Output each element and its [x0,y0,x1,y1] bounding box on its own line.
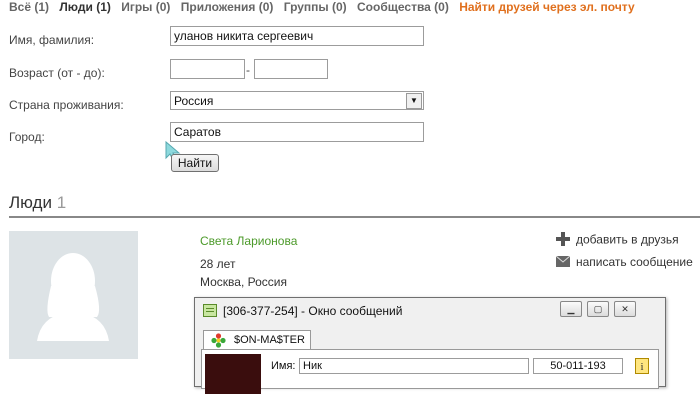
divider [9,216,700,218]
send-message-button[interactable]: написать сообщение [555,255,693,270]
find-button[interactable]: Найти [171,154,219,172]
add-friend-label: добавить в друзья [576,232,679,247]
age-to-input[interactable] [254,59,328,79]
country-value: Россия [174,94,214,108]
tab-communities[interactable]: Сообщества (0) [357,0,449,14]
tab-apps[interactable]: Приложения (0) [181,0,274,14]
close-button[interactable]: ✕ [614,301,636,317]
name-input[interactable]: уланов никита сергеевич [170,26,424,46]
info-icon[interactable]: i [635,358,649,377]
plus-icon [556,232,570,249]
age-label: Возраст (от - до): [9,66,105,80]
person-silhouette-icon [37,253,109,341]
city-label: Город: [9,130,45,144]
tab-all[interactable]: Всё (1) [9,0,49,14]
results-count: 1 [56,193,67,212]
send-message-label: написать сообщение [576,255,693,269]
icq-name-label: Имя: [271,360,296,372]
maximize-button[interactable]: ▢ [587,301,609,317]
tab-people[interactable]: Люди (1) [59,0,111,14]
icq-message-window[interactable]: [306-377-254] - Окно сообщений ▁ ▢ ✕ $ON… [194,297,666,394]
age-from-input[interactable] [170,59,245,79]
contact-photo [205,354,261,394]
add-friend-button[interactable]: добавить в друзья [556,232,679,249]
country-label: Страна проживания: [9,98,124,112]
chevron-down-icon[interactable]: ▼ [406,93,422,109]
search-tabs: Всё (1) Люди (1) Игры (0) Приложения (0)… [9,0,642,14]
avatar[interactable] [9,231,138,359]
person-name-link[interactable]: Света Ларионова [200,234,297,248]
results-heading: Люди 1 [9,193,66,213]
tab-groups[interactable]: Группы (0) [284,0,347,14]
icq-contact-tab-label: $ON-MA$TER [234,334,305,346]
tab-games[interactable]: Игры (0) [121,0,170,14]
icq-window-title: [306-377-254] - Окно сообщений [223,304,403,318]
icq-contact-tab[interactable]: $ON-MA$TER [203,330,311,350]
person-age: 28 лет [200,257,236,271]
person-location: Москва, Россия [200,275,287,289]
results-title: Люди [9,193,52,212]
find-friends-by-email-link[interactable]: Найти друзей через эл. почту [459,0,634,14]
city-input[interactable]: Саратов [170,122,424,142]
svg-text:i: i [640,361,643,373]
name-label: Имя, фамилия: [9,33,95,47]
country-select[interactable]: Россия ▼ [170,91,424,110]
age-dash: - [246,63,250,77]
icq-window-icon [203,304,217,320]
minimize-button[interactable]: ▁ [560,301,582,317]
envelope-icon [555,255,571,270]
